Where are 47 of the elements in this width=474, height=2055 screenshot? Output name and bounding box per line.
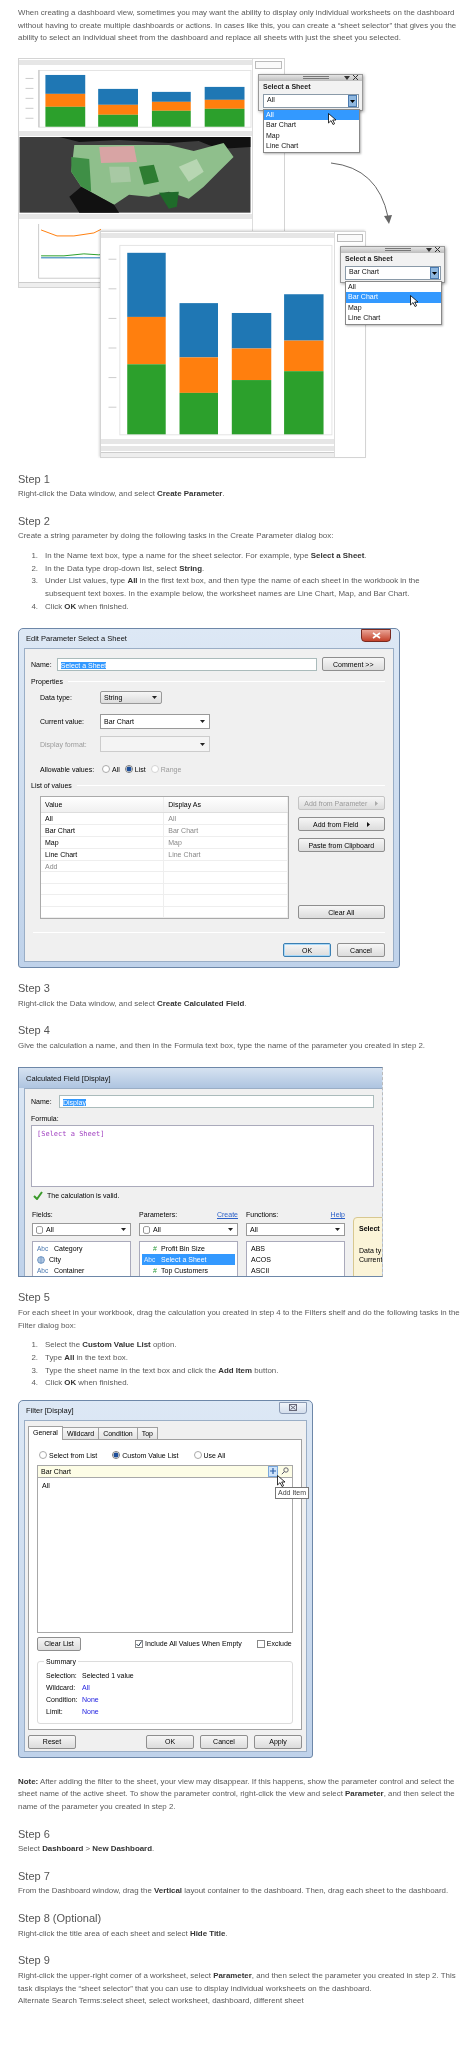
- globe-icon: [37, 1255, 45, 1264]
- radio-button[interactable]: [193, 1451, 202, 1460]
- close-icon: [371, 632, 381, 640]
- close-icon: [289, 1404, 297, 1412]
- step-heading: Step 7: [18, 1868, 51, 1883]
- tick-marks: [25, 77, 34, 119]
- bar-segment: [151, 91, 191, 102]
- cursor-icon: [328, 112, 336, 125]
- bar-segment: [45, 74, 86, 94]
- step-heading: Step 4: [18, 1023, 51, 1038]
- bar-segment: [127, 252, 166, 317]
- caret-icon: [426, 247, 432, 252]
- caret-icon: [121, 1228, 126, 1232]
- database-icon: [36, 1225, 43, 1234]
- step-heading: Step 1: [18, 471, 51, 486]
- close-button[interactable]: [361, 629, 391, 643]
- radio-button[interactable]: [39, 1451, 47, 1460]
- caret-icon: [375, 800, 379, 806]
- radio-button[interactable]: [124, 765, 133, 774]
- caret-icon: [335, 1228, 340, 1232]
- step-heading: Step 9: [18, 1953, 51, 1968]
- step-heading: Step 6: [18, 1826, 51, 1841]
- step-heading: Step 2: [18, 513, 51, 528]
- checkbox[interactable]: [135, 1639, 143, 1648]
- cursor-icon: [410, 295, 418, 308]
- caret-icon: [200, 742, 205, 746]
- radio-button[interactable]: [102, 765, 110, 774]
- caret-icon: [200, 720, 205, 724]
- bar-segment: [179, 392, 218, 434]
- database-icon: [143, 1225, 150, 1234]
- caret-icon: [344, 75, 350, 80]
- curved-arrow: [330, 162, 392, 224]
- bar-segment: [231, 312, 272, 349]
- radio-button[interactable]: [112, 1451, 121, 1460]
- close-icon: [353, 75, 358, 81]
- close-button[interactable]: [279, 1401, 307, 1414]
- checkbox[interactable]: [256, 1639, 265, 1648]
- bar-segment: [204, 86, 245, 100]
- caret-icon: [366, 821, 370, 827]
- step-heading: Step 5: [18, 1290, 51, 1305]
- step-heading: Step 3: [18, 981, 51, 996]
- axis-line: [38, 69, 40, 128]
- check-icon: [136, 1640, 142, 1647]
- caret-icon: [152, 696, 157, 700]
- step-heading: Step 8 (Optional): [18, 1911, 103, 1926]
- caret-icon: [228, 1228, 233, 1232]
- close-icon: [435, 247, 440, 253]
